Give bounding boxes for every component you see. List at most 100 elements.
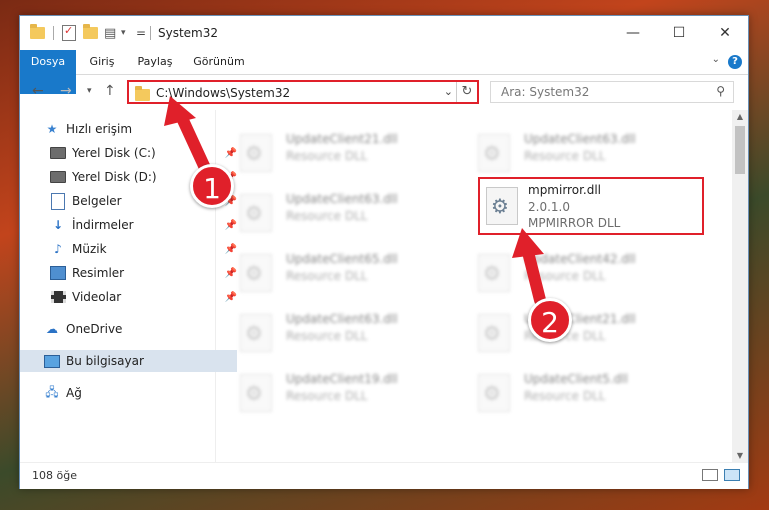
dll-file-icon: ⚙ (478, 374, 510, 412)
back-arrow-icon[interactable]: ← (32, 83, 44, 99)
sidebar-item-label: Müzik (72, 242, 107, 256)
sidebar-item-downloads[interactable]: ↓ İndirmeler 📌 (20, 214, 243, 236)
up-arrow-icon[interactable]: ↑ (104, 83, 116, 99)
address-path[interactable]: C:\Windows\System32 (156, 86, 290, 100)
scroll-up-icon[interactable]: ▲ (732, 112, 748, 121)
status-bar: 108 öğe (20, 462, 748, 489)
properties-icon[interactable] (62, 24, 76, 41)
list-item[interactable]: ⚙ UpdateClient42.dll Resource DLL (454, 250, 684, 294)
disk-icon (50, 169, 66, 185)
download-icon: ↓ (52, 218, 64, 232)
sidebar-item-label: Yerel Disk (D:) (72, 170, 157, 184)
dll-file-icon: ⚙ (240, 374, 272, 412)
sidebar-item-videos[interactable]: Videolar 📌 (20, 286, 243, 308)
list-item[interactable]: ⚙ UpdateClient5.dll Resource DLL (454, 370, 684, 414)
tab-share[interactable]: Paylaş (132, 50, 178, 74)
window-title: System32 (158, 26, 219, 40)
scroll-down-icon[interactable]: ▼ (732, 451, 748, 460)
list-item[interactable]: ⚙ UpdateClient21.dll Resource DLL (216, 130, 446, 174)
file-name: UpdateClient5.dll (524, 372, 628, 386)
details-view-icon[interactable] (702, 469, 718, 481)
search-placeholder: Ara: System32 (501, 85, 590, 99)
close-button[interactable]: ✕ (702, 16, 748, 50)
dll-file-icon: ⚙ (240, 314, 272, 352)
refresh-icon[interactable]: ↻ (456, 82, 477, 102)
step-badge-2: 2 (528, 298, 572, 342)
sidebar-item-this-pc[interactable]: Bu bilgisayar (20, 350, 237, 372)
file-type: Resource DLL (286, 209, 368, 223)
pictures-icon (50, 265, 66, 281)
customize-icon[interactable]: ▤ (104, 25, 116, 41)
expand-ribbon-icon[interactable]: ⌄ (712, 54, 720, 65)
maximize-button[interactable]: ☐ (656, 16, 702, 50)
sidebar-item-quick-access[interactable]: ★ Hızlı erişim (20, 118, 237, 140)
file-type: Resource DLL (286, 329, 368, 343)
list-item[interactable]: ⚙ UpdateClient63.dll Resource DLL (216, 310, 446, 354)
new-folder-icon[interactable] (83, 24, 98, 41)
minimize-button[interactable]: — (610, 16, 656, 50)
sidebar-item-label: Resimler (72, 266, 125, 280)
file-type: Resource DLL (524, 269, 606, 283)
sidebar-item-label: İndirmeler (72, 218, 134, 232)
file-name: UpdateClient21.dll (286, 132, 398, 146)
videos-icon (50, 289, 66, 305)
search-input[interactable]: Ara: System32 ⚲ (490, 81, 734, 103)
file-type: Resource DLL (524, 149, 606, 163)
file-type: Resource DLL (524, 389, 606, 403)
divider (53, 26, 54, 40)
dll-file-icon: ⚙ (240, 194, 272, 232)
highlighted-file-mpmirror[interactable]: ⚙ mpmirror.dll 2.0.1.0 MPMIRROR DLL (478, 177, 704, 235)
music-icon: ♪ (54, 242, 62, 256)
sidebar-item-onedrive[interactable]: ☁ OneDrive (20, 318, 237, 340)
recent-locations-icon[interactable]: ▾ (87, 86, 92, 96)
file-type: Resource DLL (286, 269, 368, 283)
ribbon-tabs: Dosya Giriş Paylaş Görünüm ⌄ ? (20, 50, 748, 94)
dropdown-arrow-icon[interactable]: ▾ (121, 25, 126, 41)
navigation-pane: ★ Hızlı erişim Yerel Disk (C:) 📌 Yerel D… (20, 110, 237, 462)
network-icon: 🖧 (45, 384, 59, 399)
pin-icon[interactable]: = (136, 25, 146, 41)
file-version: 2.0.1.0 (528, 200, 570, 214)
file-name: UpdateClient63.dll (524, 132, 636, 146)
file-name: mpmirror.dll (528, 183, 601, 197)
sidebar-item-music[interactable]: ♪ Müzik 📌 (20, 238, 243, 260)
file-name: UpdateClient63.dll (286, 312, 398, 326)
sidebar-item-label: Belgeler (72, 194, 122, 208)
search-icon: ⚲ (716, 84, 725, 98)
large-icons-view-icon[interactable] (724, 469, 740, 481)
file-name: UpdateClient65.dll (286, 252, 398, 266)
documents-icon (50, 192, 66, 210)
dll-file-icon: ⚙ (478, 314, 510, 352)
sidebar-item-disk-c[interactable]: Yerel Disk (C:) 📌 (20, 142, 243, 164)
sidebar-item-label: Bu bilgisayar (66, 354, 144, 368)
forward-arrow-icon[interactable]: → (60, 83, 72, 99)
title-bar: ▤ ▾ = System32 — ☐ ✕ (20, 16, 748, 50)
file-list: ⚙ UpdateClient21.dll Resource DLL ⚙ Upda… (216, 110, 732, 462)
sidebar-item-pictures[interactable]: Resimler 📌 (20, 262, 243, 284)
sidebar-item-label: Ağ (66, 386, 82, 400)
dll-file-icon: ⚙ (240, 254, 272, 292)
tab-home[interactable]: Giriş (82, 50, 122, 74)
file-type: Resource DLL (286, 149, 368, 163)
list-item[interactable]: ⚙ UpdateClient63.dll Resource DLL (454, 130, 684, 174)
list-item[interactable]: ⚙ UpdateClient19.dll Resource DLL (216, 370, 446, 414)
sidebar-item-label: Videolar (72, 290, 122, 304)
list-item[interactable]: ⚙ UpdateClient63.dll Resource DLL (216, 190, 446, 234)
explorer-window: ▤ ▾ = System32 — ☐ ✕ Dosya Giriş Paylaş … (19, 15, 749, 489)
dll-file-icon: ⚙ (478, 134, 510, 172)
file-type: Resource DLL (286, 389, 368, 403)
chevron-down-icon[interactable]: ⌄ (444, 85, 453, 98)
list-item[interactable]: ⚙ UpdateClient65.dll Resource DLL (216, 250, 446, 294)
scroll-thumb[interactable] (735, 126, 745, 174)
sidebar-item-network[interactable]: 🖧 Ağ (20, 382, 237, 404)
folder-icon[interactable] (30, 24, 45, 41)
sidebar-item-label: Hızlı erişim (66, 122, 133, 136)
disk-icon (50, 145, 66, 161)
tab-view[interactable]: Görünüm (188, 50, 250, 74)
star-icon: ★ (46, 122, 58, 136)
address-bar[interactable]: C:\Windows\System32 ⌄ ↻ (127, 80, 479, 104)
vertical-scrollbar[interactable]: ▲ ▼ (732, 110, 748, 462)
help-button[interactable]: ? (728, 55, 742, 69)
sidebar-item-label: Yerel Disk (C:) (72, 146, 156, 160)
dll-file-icon: ⚙ (240, 134, 272, 172)
